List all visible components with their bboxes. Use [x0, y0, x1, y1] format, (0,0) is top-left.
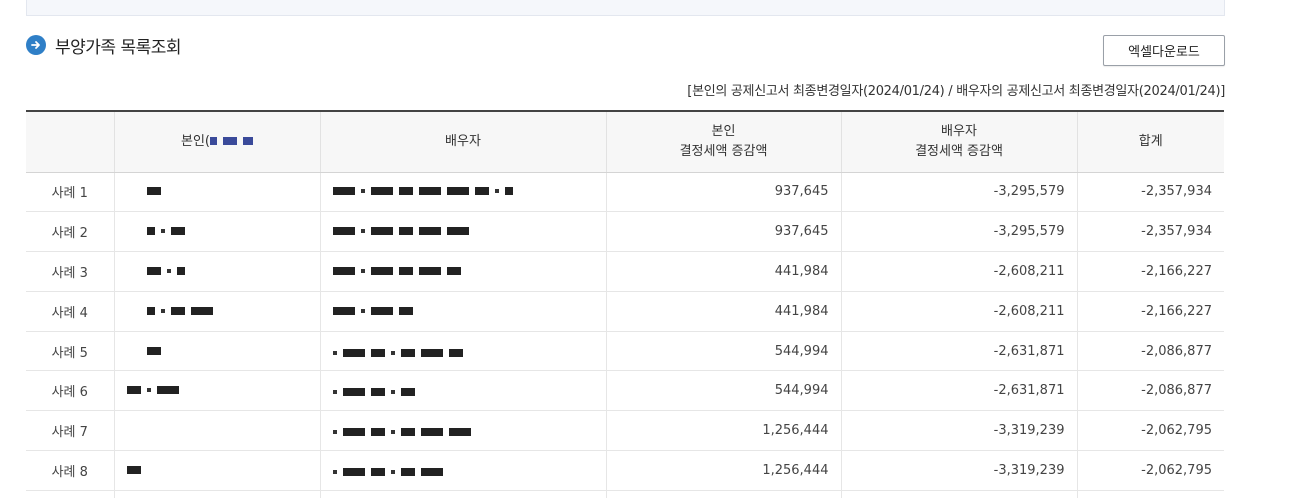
col-header-case: [26, 110, 114, 173]
spouse-tax-value: -2,631,871: [840, 331, 1077, 372]
table-row: 사례 7 1,256,444 -3,319,239 -2,062,795: [26, 410, 1224, 452]
excel-download-button[interactable]: 엑셀다운로드: [1103, 35, 1225, 66]
self-tax-value: 441,984: [605, 291, 841, 332]
total-value: -2,086,877: [1076, 370, 1224, 412]
redacted-self-cell: [113, 172, 320, 213]
col-header-total: 합계: [1076, 110, 1224, 173]
case-label: 사례 4: [26, 291, 114, 332]
top-panel-strip: [26, 0, 1225, 16]
redacted-spouse-cell: [319, 211, 606, 253]
last-modified-note: [본인의 공제신고서 최종변경일자(2024/01/24) / 배우자의 공제신…: [687, 84, 1225, 99]
table-row: 사례 6 544,994 -2,631,871 -2,086,877: [26, 370, 1224, 412]
total-value: -2,166,227: [1076, 251, 1224, 292]
redacted-spouse-cell: [319, 370, 606, 412]
case-label: 사례 5: [26, 331, 114, 372]
table-row: 사례 2 937,645 -3,295,579 -2,357,934: [26, 211, 1224, 253]
redacted-self-cell: [113, 331, 320, 372]
redacted-self-cell: [113, 211, 320, 253]
redacted-spouse-cell: [319, 251, 606, 292]
self-tax-value: 1,256,444: [605, 450, 841, 491]
spouse-tax-value: -3,295,579: [840, 172, 1077, 213]
self-tax-value: 544,994: [605, 331, 841, 372]
spouse-tax-value: -2,608,211: [840, 251, 1077, 292]
case-label: 사례 8: [26, 450, 114, 491]
redacted-self-cell: [113, 370, 320, 412]
redacted-spouse-cell: [319, 331, 606, 372]
table-row: 사례 8 1,256,444 -3,319,239 -2,062,795: [26, 450, 1224, 491]
self-tax-value: 1,256,444: [605, 410, 841, 452]
table-row: 사례 3 441,984 -2,608,211 -2,166,227: [26, 251, 1224, 292]
spouse-tax-value: -2,608,211: [840, 291, 1077, 332]
case-label: 사례 3: [26, 251, 114, 292]
self-tax-value: 937,645: [605, 211, 841, 253]
case-label: 사례 2: [26, 211, 114, 253]
self-tax-value: 441,984: [605, 251, 841, 292]
self-tax-value: 937,645: [605, 172, 841, 213]
spouse-tax-value: -3,295,579: [840, 211, 1077, 253]
col-header-self-label: 본인(: [181, 133, 210, 149]
self-tax-value: 544,994: [605, 370, 841, 412]
col-header-self: 본인(: [113, 110, 320, 173]
dependents-table: 본인( 배우자 본인 결정세액 증감액 배우자 결정세액 증감액 합계 사례 1…: [26, 110, 1224, 498]
case-label: 사례 1: [26, 172, 114, 213]
table-row: 사례 4 441,984 -2,608,211 -2,166,227: [26, 291, 1224, 332]
redacted-spouse-cell: [319, 410, 606, 452]
total-value: -2,357,934: [1076, 172, 1224, 213]
redacted-self-cell: [113, 251, 320, 292]
redacted-spouse-cell: [319, 172, 606, 213]
section-title: 부양가족 목록조회: [55, 37, 182, 58]
total-value: -2,166,227: [1076, 291, 1224, 332]
case-label: 사례 7: [26, 410, 114, 452]
col-header-self-tax: 본인 결정세액 증감액: [605, 110, 841, 173]
total-value: -2,086,877: [1076, 331, 1224, 372]
redacted-self-cell: [113, 410, 320, 452]
spouse-tax-value: -2,631,871: [840, 370, 1077, 412]
redacted-self-cell: [113, 291, 320, 332]
redacted-self-name: [210, 136, 253, 145]
table-row: 사례 5 544,994 -2,631,871 -2,086,877: [26, 331, 1224, 372]
total-value: -2,357,934: [1076, 211, 1224, 253]
spouse-tax-value: -3,319,239: [840, 450, 1077, 491]
col-header-spouse: 배우자: [319, 110, 606, 173]
table-row-partial: [26, 490, 1224, 498]
table-header-row: 본인( 배우자 본인 결정세액 증감액 배우자 결정세액 증감액 합계: [26, 110, 1224, 173]
redacted-self-cell: [113, 450, 320, 491]
redacted-spouse-cell: [319, 450, 606, 491]
redacted-spouse-cell: [319, 291, 606, 332]
case-label: 사례 6: [26, 370, 114, 412]
total-value: -2,062,795: [1076, 450, 1224, 491]
col-header-spouse-tax: 배우자 결정세액 증감액: [840, 110, 1077, 173]
arrow-right-circle-icon: [26, 35, 46, 55]
table-row: 사례 1 937,645 -3,295,579 -2,357,934: [26, 172, 1224, 213]
total-value: -2,062,795: [1076, 410, 1224, 452]
section-header: 부양가족 목록조회: [26, 33, 182, 58]
spouse-tax-value: -3,319,239: [840, 410, 1077, 452]
